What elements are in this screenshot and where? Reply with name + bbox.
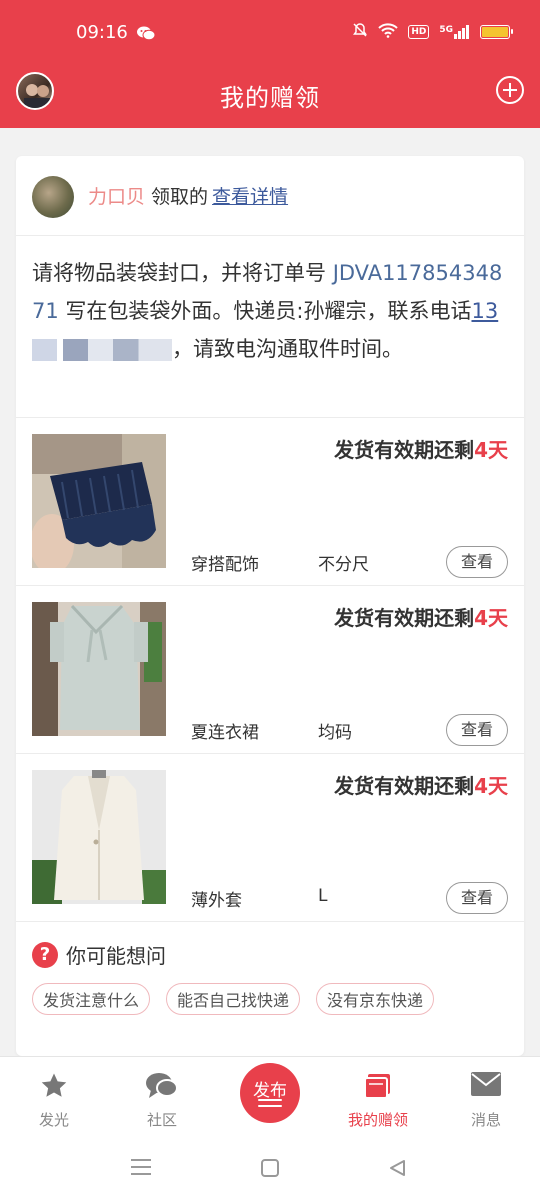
shipping-notice: 请将物品装袋封口，并将订单号 JDVA11785434871 写在包装袋外面。快… bbox=[16, 236, 524, 418]
tab-label: 社区 bbox=[146, 1111, 177, 1129]
shipping-deadline: 发货有效期还剩4天 bbox=[334, 434, 508, 463]
faq-tags: 发货注意什么 能否自己找快递 没有京东快递 bbox=[32, 983, 508, 1015]
item-size: L bbox=[318, 886, 328, 906]
claim-text: 领取的 bbox=[151, 186, 209, 208]
deadline-days: 4天 bbox=[474, 438, 508, 462]
gift-box-icon bbox=[363, 1071, 393, 1105]
deadline-prefix: 发货有效期还剩 bbox=[334, 774, 475, 798]
deadline-days: 4天 bbox=[474, 774, 508, 798]
add-circle-icon[interactable] bbox=[496, 76, 524, 104]
mail-icon bbox=[470, 1071, 502, 1101]
publish-icon bbox=[258, 1099, 282, 1111]
status-bar: 09:16 HD 5G bbox=[0, 0, 540, 64]
item-photo[interactable] bbox=[32, 602, 166, 736]
signal-icon: 5G bbox=[439, 24, 470, 39]
status-time: 09:16 bbox=[76, 22, 128, 43]
item-size: 不分尺 bbox=[318, 555, 369, 575]
giver-avatar[interactable] bbox=[32, 176, 74, 218]
faq-title: ? 你可能想问 bbox=[32, 940, 508, 969]
publish-label: 发布 bbox=[253, 1081, 287, 1101]
system-icons: HD 5G bbox=[352, 22, 513, 41]
shipping-deadline: 发货有效期还剩4天 bbox=[334, 770, 508, 799]
faq-section: ? 你可能想问 发货注意什么 能否自己找快递 没有京东快递 bbox=[16, 922, 524, 1033]
tab-label: 消息 bbox=[470, 1111, 501, 1129]
faq-tag[interactable]: 能否自己找快递 bbox=[166, 983, 301, 1015]
item-photo[interactable] bbox=[32, 434, 166, 568]
app-bar: 我的赠领 bbox=[0, 64, 540, 128]
hd-icon: HD bbox=[408, 24, 430, 39]
page-title: 我的赠领 bbox=[220, 84, 320, 112]
view-details-link[interactable]: 查看详情 bbox=[212, 186, 288, 208]
list-item[interactable]: 发货有效期还剩4天 夏连衣裙 均码 查看 bbox=[16, 586, 524, 754]
menu-icon[interactable] bbox=[131, 1158, 151, 1180]
battery-icon bbox=[480, 24, 513, 39]
notice-text-2: 写在包装袋外面。快递员:孙耀宗，联系电话 bbox=[58, 299, 472, 323]
view-button[interactable]: 查看 bbox=[446, 546, 508, 578]
system-nav-bar bbox=[0, 1144, 540, 1200]
deadline-prefix: 发货有效期还剩 bbox=[334, 438, 475, 462]
star-icon bbox=[39, 1071, 69, 1105]
item-category: 夏连衣裙 bbox=[191, 723, 259, 743]
courier-phone-link[interactable]: 13 bbox=[471, 299, 498, 323]
back-icon[interactable] bbox=[388, 1158, 408, 1182]
faq-tag[interactable]: 发货注意什么 bbox=[32, 983, 151, 1015]
bell-off-icon bbox=[352, 22, 368, 41]
item-category: 薄外套 bbox=[191, 891, 242, 911]
item-photo[interactable] bbox=[32, 770, 166, 904]
list-item[interactable]: 发货有效期还剩4天 薄外套 L 查看 bbox=[16, 754, 524, 922]
battery-level bbox=[482, 26, 508, 37]
question-icon: ? bbox=[32, 941, 58, 968]
item-size: 均码 bbox=[318, 723, 352, 743]
tab-faguang[interactable]: 发光 bbox=[0, 1057, 108, 1145]
tab-messages[interactable]: 消息 bbox=[432, 1057, 540, 1145]
home-icon[interactable] bbox=[260, 1158, 280, 1182]
claim-line: 力口贝 领取的 查看详情 bbox=[88, 182, 288, 209]
shipping-deadline: 发货有效期还剩4天 bbox=[334, 602, 508, 631]
view-button[interactable]: 查看 bbox=[446, 882, 508, 914]
deadline-days: 4天 bbox=[474, 606, 508, 630]
deadline-prefix: 发货有效期还剩 bbox=[334, 606, 475, 630]
tab-my-claims[interactable]: 我的赠领 bbox=[324, 1057, 432, 1145]
wechat-icon bbox=[136, 25, 156, 45]
giver-name[interactable]: 力口贝 bbox=[88, 186, 145, 208]
phone-mask bbox=[32, 339, 172, 361]
list-item[interactable]: 发货有效期还剩4天 穿搭配饰 不分尺 查看 bbox=[16, 418, 524, 586]
bottom-tab-bar: 发光 社区 发布 我的赠领 消息 bbox=[0, 1056, 540, 1144]
notice-text-3: ，请致电沟通取件时间。 bbox=[172, 337, 403, 361]
tab-label: 我的赠领 bbox=[347, 1111, 408, 1129]
view-button[interactable]: 查看 bbox=[446, 714, 508, 746]
card-header: 力口贝 领取的 查看详情 bbox=[16, 156, 524, 236]
faq-title-text: 你可能想问 bbox=[66, 944, 166, 968]
publish-button[interactable]: 发布 bbox=[240, 1063, 300, 1123]
chat-bubbles-icon bbox=[145, 1071, 179, 1105]
item-category: 穿搭配饰 bbox=[191, 555, 259, 575]
tab-community[interactable]: 社区 bbox=[108, 1057, 216, 1145]
claim-card: 力口贝 领取的 查看详情 请将物品装袋封口，并将订单号 JDVA1178543487… bbox=[16, 156, 524, 1056]
notice-text-1: 请将物品装袋封口，并将订单号 bbox=[32, 261, 333, 285]
network-label: 5G bbox=[439, 24, 453, 35]
wifi-icon bbox=[378, 22, 399, 41]
tab-label: 发光 bbox=[38, 1111, 69, 1129]
faq-tag[interactable]: 没有京东快递 bbox=[316, 983, 435, 1015]
